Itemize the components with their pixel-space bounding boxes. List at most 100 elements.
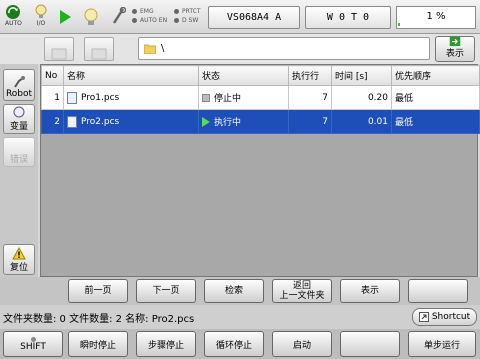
folder-action-icon (51, 48, 67, 60)
row-line: 7 (288, 109, 332, 134)
variable-button[interactable]: 变量 (3, 104, 35, 134)
file-count-text: 文件夹数量: 0 文件数量: 2 名称: Pro2.pcs (3, 313, 195, 325)
step-run-button[interactable]: 单步运行 (408, 331, 476, 357)
robot-button[interactable]: Robot (3, 69, 35, 101)
shortcut-label: Shortcut (431, 312, 471, 322)
reset-button[interactable]: 复位 (3, 244, 35, 275)
toolbar-disabled-button-1[interactable] (44, 37, 74, 61)
robot-icon (14, 76, 25, 88)
row-time: 0.20 (331, 85, 392, 110)
row-no: 2 (41, 109, 64, 134)
indicator-leds-right: PRTCT D SW (174, 7, 201, 25)
prev-page-button[interactable]: 前一页 (68, 279, 128, 303)
emg-label: EMG (140, 7, 154, 15)
row-name-cell: Pro2.pcs (63, 109, 199, 134)
lamp-icon (84, 8, 98, 25)
column-header-status[interactable]: 状态 (198, 65, 289, 86)
row-time: 0.01 (331, 109, 392, 134)
column-header-priority[interactable]: 优先顺序 (391, 65, 480, 86)
variable-label: 变量 (9, 122, 28, 132)
row-priority: 最低 (391, 85, 480, 110)
shift-label: SHIFT (20, 341, 46, 352)
auto-en-led (132, 18, 137, 23)
io-label: I/O (36, 20, 46, 27)
column-header-name[interactable]: 名称 (63, 65, 199, 86)
variable-icon (13, 106, 25, 118)
shortcut-icon (418, 312, 429, 322)
table-header-row: No 名称 状态 执行行 时间 [s] 优先顺序 (41, 65, 480, 86)
status-bar: AUTO I/O EMG AUTO EN PRTCT D SW VS068A4 … (0, 0, 480, 34)
file-toolbar: \ 表示 (0, 34, 480, 64)
auto-mode-icon (6, 5, 21, 19)
program-file-icon (67, 91, 77, 104)
auto-en-label: AUTO EN (140, 16, 168, 24)
left-sidebar: Robot 变量 错误 复位 (0, 64, 38, 277)
column-header-line[interactable]: 执行行 (288, 65, 332, 86)
row-name: Pro2.pcs (81, 116, 120, 127)
row-no: 1 (41, 85, 64, 110)
d-sw-label: D SW (182, 16, 199, 24)
column-header-time[interactable]: 时间 [s] (331, 65, 392, 86)
step-stop-button[interactable]: 步骤停止 (136, 331, 196, 357)
row-line: 7 (288, 85, 332, 110)
row-status-cell: 停止中 (198, 85, 289, 110)
parent-folder-label-2: 上一文件夹 (279, 291, 325, 301)
show-button[interactable]: 表示 (340, 279, 400, 303)
row-name: Pro1.pcs (81, 92, 120, 103)
search-button[interactable]: 检索 (204, 279, 264, 303)
row-status-cell: 执行中 (198, 109, 289, 134)
error-button[interactable]: 错误 (3, 137, 35, 167)
path-text: \ (161, 43, 165, 54)
task-table: No 名称 状态 执行行 时间 [s] 优先顺序 1 Pro1.pcs 停止中 … (40, 64, 480, 277)
tool-work-button[interactable]: W 0 T 0 (305, 6, 391, 29)
parent-folder-button[interactable]: 返回 上一文件夹 (272, 279, 332, 303)
auto-mode-indicator: AUTO (5, 4, 22, 27)
running-icon (202, 116, 210, 127)
cycle-stop-button[interactable]: 循环停止 (204, 331, 264, 357)
empty-operation-button[interactable] (340, 331, 400, 357)
shortcut-button[interactable]: Shortcut (412, 308, 477, 326)
row-priority: 最低 (391, 109, 480, 134)
indicator-leds-left: EMG AUTO EN (132, 7, 167, 25)
operation-key-bar: SHIFT 瞬时停止 步骤停止 循环停止 启动 单步运行 (0, 329, 480, 359)
prtct-led (174, 9, 179, 14)
reset-label: 复位 (9, 263, 28, 273)
display-button[interactable]: 表示 (435, 36, 475, 62)
start-button[interactable]: 启动 (272, 331, 332, 357)
io-indicator: I/O (34, 4, 48, 27)
prtct-label: PRTCT (182, 7, 201, 15)
speed-indicator[interactable]: 1 % (396, 6, 476, 29)
d-sw-led (174, 18, 179, 23)
path-field[interactable]: \ (138, 37, 430, 60)
folder-up-icon (91, 48, 107, 60)
auto-label: AUTO (5, 20, 22, 27)
display-arrow-icon (449, 37, 461, 46)
speed-progress-fill (398, 23, 400, 26)
shift-button[interactable]: SHIFT (3, 331, 63, 357)
folder-icon (144, 44, 156, 54)
parent-folder-label-1: 返回 (292, 281, 311, 291)
speed-percent: 1 % (426, 11, 446, 22)
instant-stop-button[interactable]: 瞬时停止 (68, 331, 128, 357)
row-name-cell: Pro1.pcs (63, 85, 199, 110)
next-page-button[interactable]: 下一页 (136, 279, 196, 303)
file-status-line: 文件夹数量: 0 文件数量: 2 名称: Pro2.pcs (0, 305, 480, 329)
emg-led (132, 9, 137, 14)
empty-function-button[interactable] (408, 279, 468, 303)
column-header-no[interactable]: No (41, 65, 64, 86)
robot-model-button[interactable]: VS068A4 A (208, 6, 300, 29)
warning-icon (12, 247, 26, 260)
error-label: 错误 (9, 155, 28, 165)
toolbar-disabled-button-2[interactable] (84, 37, 114, 61)
function-key-bar: 前一页 下一页 检索 返回 上一文件夹 表示 (0, 277, 480, 305)
lightbulb-icon (35, 4, 47, 18)
row-status: 执行中 (214, 118, 242, 128)
table-row-selected[interactable]: 2 Pro2.pcs 执行中 7 0.01 最低 (41, 109, 480, 134)
program-file-icon (67, 115, 77, 128)
display-label: 表示 (445, 49, 464, 59)
play-state-icon (60, 10, 71, 24)
row-status: 停止中 (214, 94, 242, 104)
stopped-icon (202, 93, 210, 102)
robot-label: Robot (5, 89, 33, 99)
table-row[interactable]: 1 Pro1.pcs 停止中 7 0.20 最低 (41, 85, 480, 110)
